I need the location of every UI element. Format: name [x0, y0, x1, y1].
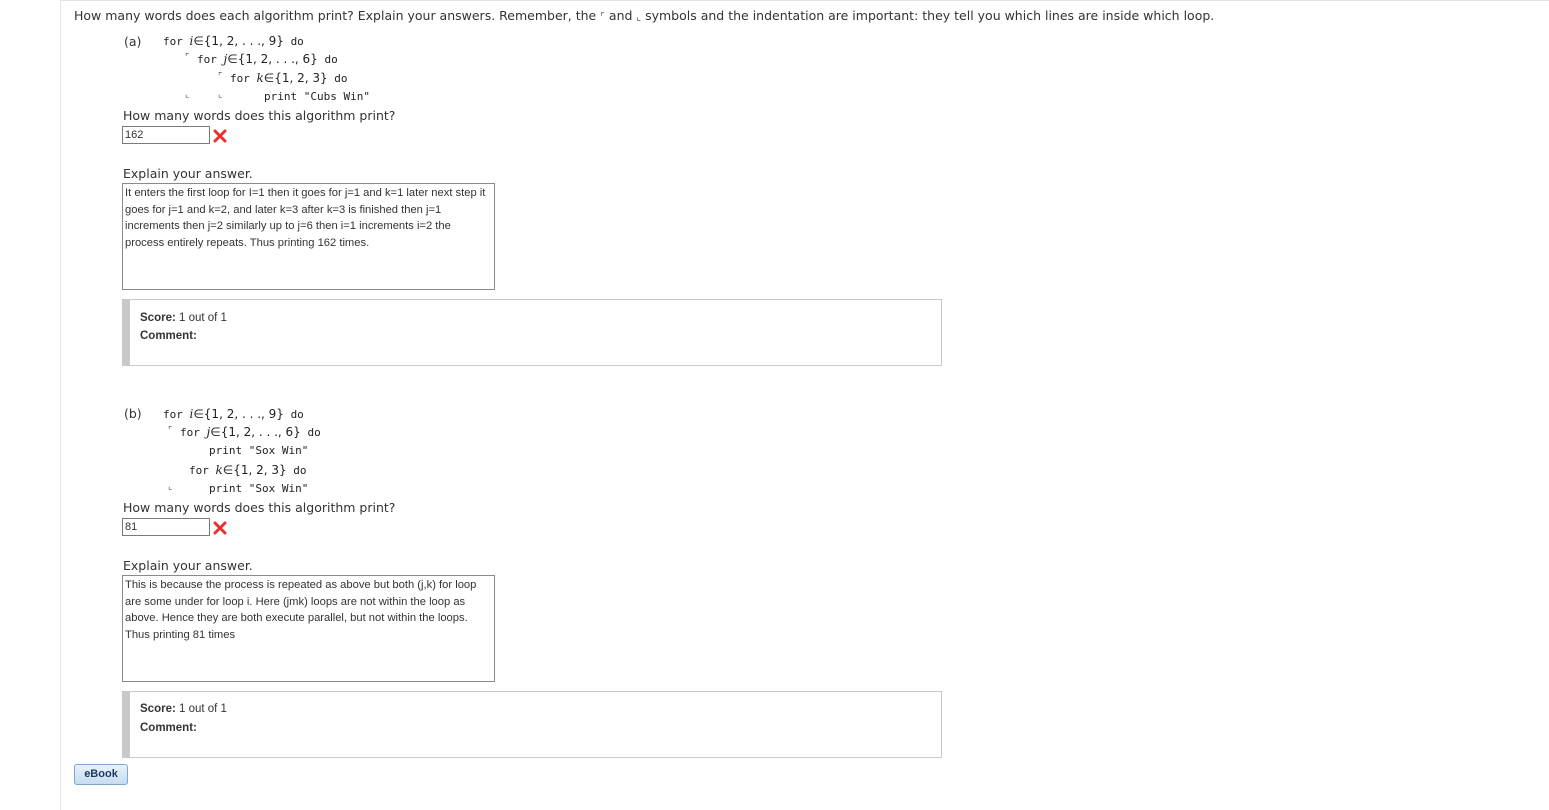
score-value: 1 out of 1 [179, 703, 227, 715]
part-b-score: Score: 1 out of 1 [140, 703, 227, 715]
score-accent-bar [123, 692, 130, 757]
part-a-line-1: for i∈{1, 2, . . ., 9} do [163, 34, 304, 48]
keyword-for: for [197, 53, 217, 66]
part-a-answer-input[interactable]: 162 [122, 126, 210, 144]
comment-label: Comment: [140, 722, 197, 734]
part-b-explain-label: Explain your answer. [123, 558, 253, 573]
keyword-do: do [290, 408, 304, 421]
close-bracket-symbol: ⌞ [636, 12, 642, 23]
ebook-button[interactable]: eBook [74, 764, 128, 785]
part-a-line-3: for k∈{1, 2, 3} do [230, 71, 348, 85]
part-b-label: (b) [124, 406, 142, 421]
loop-set: ∈{1, 2, . . ., 9} [193, 34, 284, 48]
keyword-for: for [163, 408, 183, 421]
part-a-score-panel: Score: 1 out of 1 Comment: [122, 299, 942, 366]
score-label: Score: [140, 703, 176, 715]
keyword-do: do [307, 426, 321, 439]
part-a-line-2: for j∈{1, 2, . . ., 6} do [197, 52, 338, 66]
score-accent-bar [123, 300, 130, 365]
close-bracket-j: ⌞ [185, 90, 190, 100]
keyword-do: do [293, 464, 307, 477]
x-mark-icon [213, 521, 227, 535]
open-bracket-j: ⌜ [168, 426, 173, 436]
left-divider [60, 0, 61, 810]
loop-set: ∈{1, 2, 3} [222, 463, 287, 477]
keyword-for: for [189, 464, 209, 477]
part-b-line-3: print "Sox Win" [209, 444, 309, 457]
score-value: 1 out of 1 [179, 312, 227, 324]
part-a-explain-label: Explain your answer. [123, 166, 253, 181]
part-a-prompt: How many words does this algorithm print… [123, 108, 396, 123]
part-a-explanation-field[interactable]: It enters the first loop for I=1 then it… [122, 183, 495, 290]
top-divider [60, 0, 1549, 1]
part-b-line-5: print "Sox Win" [209, 482, 309, 495]
part-a-score: Score: 1 out of 1 [140, 312, 227, 324]
keyword-for: for [230, 72, 250, 85]
keyword-do: do [324, 53, 338, 66]
part-b-line-2: for j∈{1, 2, . . ., 6} do [180, 425, 321, 439]
loop-set: ∈{1, 2, . . ., 6} [210, 425, 301, 439]
part-b-prompt: How many words does this algorithm print… [123, 500, 396, 515]
x-mark-icon [213, 129, 227, 143]
close-bracket-k: ⌞ [218, 90, 223, 100]
keyword-do: do [290, 35, 304, 48]
loop-variable: k [256, 71, 264, 85]
open-bracket-j: ⌜ [185, 53, 190, 63]
keyword-do: do [334, 72, 348, 85]
loop-set: ∈{1, 2, 3} [263, 71, 328, 85]
part-b-explanation-field[interactable]: This is because the process is repeated … [122, 575, 495, 682]
instructions-and: and [608, 8, 633, 23]
loop-set: ∈{1, 2, . . ., 9} [193, 407, 284, 421]
part-b-comment: Comment: [140, 722, 197, 734]
close-bracket-j: ⌞ [168, 482, 173, 492]
loop-variable: k [215, 463, 223, 477]
keyword-for: for [163, 35, 183, 48]
score-label: Score: [140, 312, 176, 324]
open-bracket-k: ⌜ [218, 72, 223, 82]
instructions-text-2: symbols and the indentation are importan… [645, 8, 1215, 23]
part-b-line-1: for i∈{1, 2, . . ., 9} do [163, 407, 304, 421]
part-a-label: (a) [124, 34, 142, 49]
open-bracket-symbol: ⌜ [600, 12, 605, 23]
question-instructions: How many words does each algorithm print… [74, 8, 1214, 23]
loop-set: ∈{1, 2, . . ., 6} [227, 52, 318, 66]
part-b-score-panel: Score: 1 out of 1 Comment: [122, 691, 942, 758]
part-b-line-4: for k∈{1, 2, 3} do [189, 463, 307, 477]
comment-label: Comment: [140, 330, 197, 342]
part-a-line-4: print "Cubs Win" [264, 90, 370, 103]
part-a-comment: Comment: [140, 330, 197, 342]
keyword-for: for [180, 426, 200, 439]
part-b-answer-input[interactable]: 81 [122, 518, 210, 536]
instructions-text: How many words does each algorithm print… [74, 8, 597, 23]
